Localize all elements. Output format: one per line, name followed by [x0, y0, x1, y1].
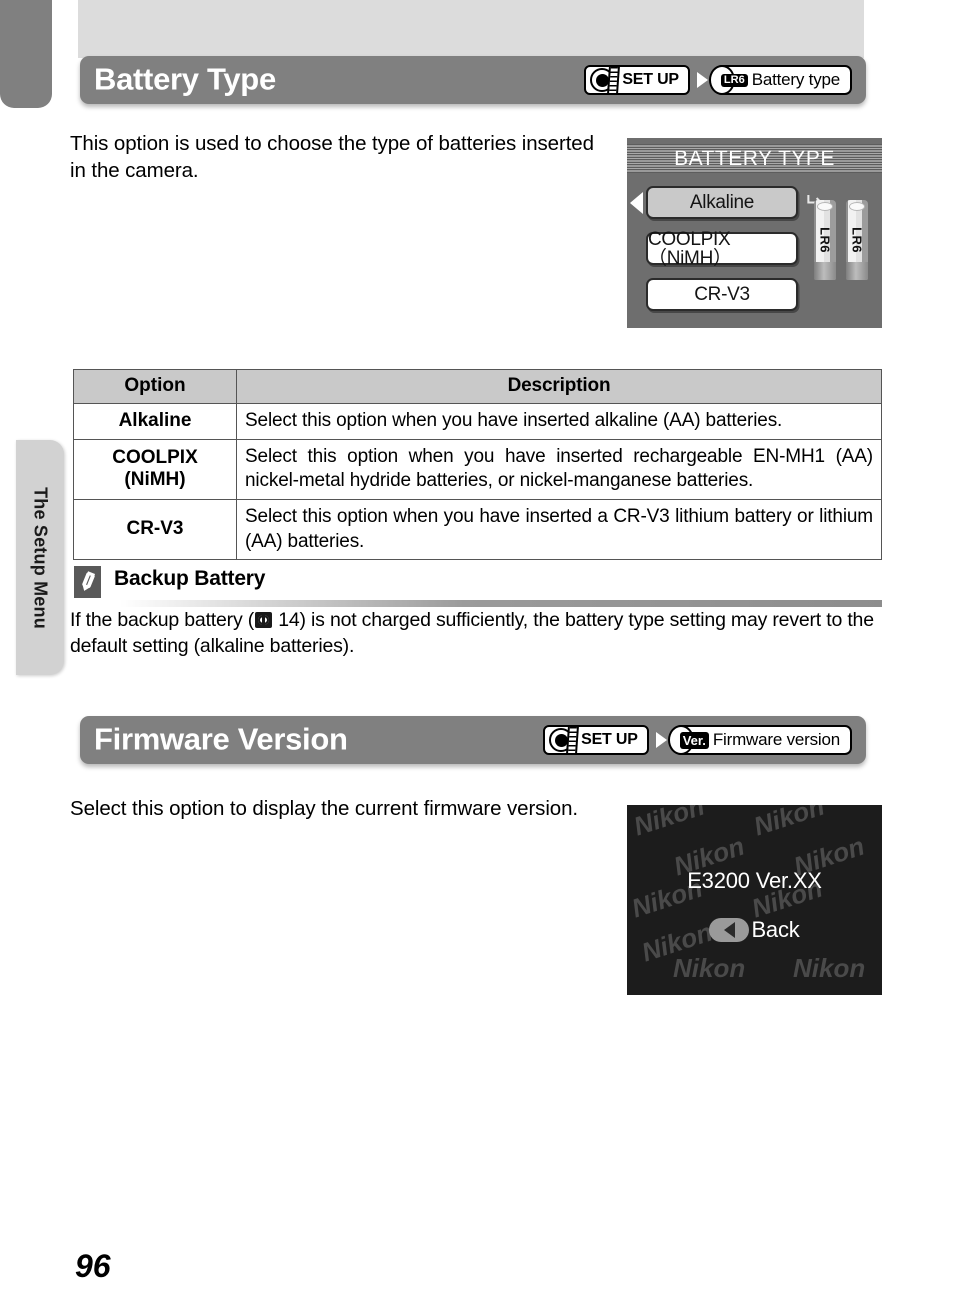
note-ref-page: 14 — [278, 609, 300, 631]
lcd-option-label: CR-V3 — [694, 284, 750, 305]
lcd-option-row-alkaline[interactable]: Alkaline ↵ — [630, 186, 823, 219]
lcd-option-crv3[interactable]: CR-V3 — [646, 278, 798, 311]
firmware-version-text: E3200 Ver.XX — [687, 868, 822, 893]
lcd-option-label: Alkaline — [689, 192, 755, 213]
breadcrumb-setup-mode[interactable]: SET UP — [584, 65, 690, 95]
note-title: Backup Battery — [114, 567, 266, 590]
battery-illustration-left: LR6 — [814, 200, 836, 280]
section-title: Battery Type — [94, 61, 276, 97]
breadcrumb: SET UP LR6 Battery type — [584, 65, 852, 95]
lcd-title-bar: BATTERY TYPE — [627, 144, 882, 173]
table-cell-description: Select this option when you have inserte… — [236, 499, 882, 561]
lcd-option-alkaline[interactable]: Alkaline — [646, 186, 798, 219]
nikon-watermark: Nikon — [629, 805, 708, 842]
battery-label: LR6 — [817, 227, 833, 253]
note-text-before: If the backup battery ( — [70, 609, 255, 631]
firmware-version-lcd-screenshot: Nikon Nikon Nikon Nikon Nikon Nikon Niko… — [627, 805, 882, 995]
breadcrumb-item-label: Battery type — [751, 70, 841, 89]
battery-options-table: Option Description Alkaline Select this … — [73, 369, 882, 561]
section-title: Firmware Version — [94, 721, 348, 757]
mode-dial-icon — [590, 67, 621, 93]
table-header-option: Option — [73, 369, 237, 404]
breadcrumb-setup-label: SET UP — [622, 71, 679, 88]
lr6-badge-icon: LR6 — [720, 73, 748, 87]
battery-illustration-right: LR6 — [846, 200, 868, 280]
ver-badge-icon: Ver. — [679, 731, 709, 749]
chapter-side-tab-label: The Setup Menu — [30, 486, 51, 629]
table-cell-option: Alkaline — [73, 403, 237, 440]
pencil-note-icon — [74, 566, 101, 598]
top-gray-band — [78, 0, 864, 58]
breadcrumb-setup-mode[interactable]: SET UP — [543, 725, 649, 755]
battery-label: LR6 — [849, 227, 865, 253]
note-body: If the backup battery ( 14) is not charg… — [70, 608, 884, 659]
nikon-watermark: Nikon — [673, 953, 746, 983]
note-divider — [120, 600, 882, 607]
lcd-option-label: COOLPIX（NiMH） — [648, 228, 732, 269]
chapter-side-tab: The Setup Menu — [16, 440, 64, 675]
table-cell-description: Select this option when you have inserte… — [236, 438, 882, 501]
breadcrumb-item-label: Firmware version — [712, 730, 840, 749]
page-corner-tab — [0, 0, 52, 108]
breadcrumb-menu-item[interactable]: Ver. Firmware version — [673, 725, 852, 755]
breadcrumb-setup-label: SET UP — [581, 731, 638, 748]
section-header-firmware-version: Firmware Version SET UP Ver. Firmware ve… — [80, 716, 866, 764]
breadcrumb-arrow-icon — [696, 72, 708, 88]
table-cell-option: CR-V3 — [73, 499, 237, 561]
lcd-back-label: Back — [751, 917, 800, 942]
table-cell-description: Select this option when you have inserte… — [236, 403, 882, 440]
lcd-option-coolpix-nimh[interactable]: COOLPIX（NiMH） — [646, 228, 798, 269]
lcd-title-text: BATTERY TYPE — [674, 147, 835, 170]
page-number: 96 — [75, 1248, 111, 1284]
left-cursor-icon — [630, 191, 643, 214]
breadcrumb-menu-item[interactable]: LR6 Battery type — [714, 65, 852, 95]
battery-type-lcd-screenshot: BATTERY TYPE Alkaline ↵ COOLPIX（NiMH） CR… — [627, 138, 882, 328]
table-row: Alkaline Select this option when you hav… — [73, 403, 882, 440]
firmware-version-description: Select this option to display the curren… — [70, 797, 578, 820]
lcd-option-row-coolpix[interactable]: COOLPIX（NiMH） — [646, 228, 798, 269]
breadcrumb-arrow-icon — [655, 732, 667, 748]
nikon-watermark: Nikon — [749, 805, 828, 842]
section-header-battery-type: Battery Type SET UP LR6 Battery type — [80, 56, 866, 104]
table-row: CR-V3 Select this option when you have i… — [73, 499, 882, 561]
left-arrow-icon — [709, 918, 750, 942]
book-reference-icon — [255, 612, 273, 628]
lcd-back-button[interactable]: Back — [627, 917, 882, 943]
table-header-description: Description — [236, 369, 882, 404]
mode-dial-icon — [549, 727, 580, 753]
table-header-row: Option Description — [73, 369, 882, 404]
nikon-watermark: Nikon — [793, 953, 866, 983]
battery-type-description: This option is used to choose the type o… — [70, 132, 594, 183]
table-cell-option: COOLPIX (NiMH) — [73, 438, 237, 501]
breadcrumb: SET UP Ver. Firmware version — [543, 725, 852, 755]
lcd-option-row-crv3[interactable]: CR-V3 — [646, 278, 798, 311]
table-row: COOLPIX (NiMH) Select this option when y… — [73, 438, 882, 501]
